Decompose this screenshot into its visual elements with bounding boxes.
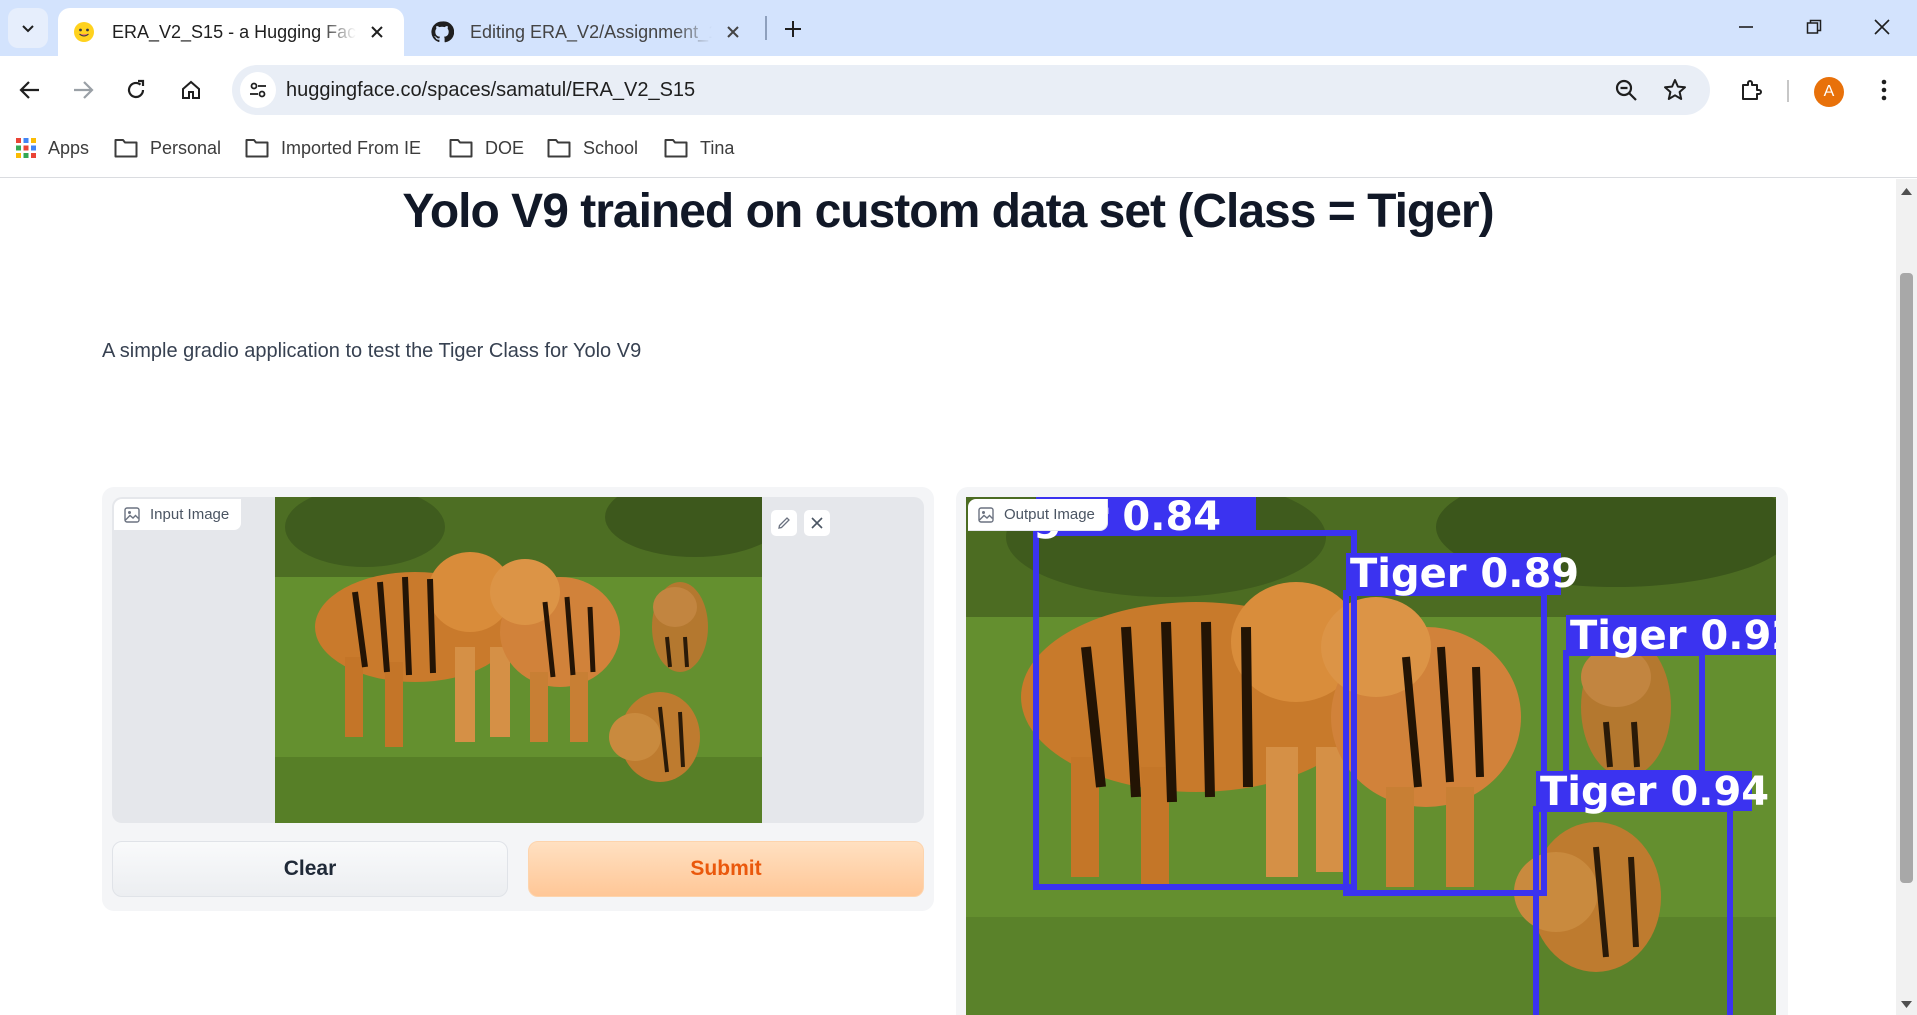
app-description: A simple gradio application to test the … [102,340,642,362]
folder-icon [547,139,571,158]
tab-hugging-face[interactable]: ERA_V2_S15 - a Hugging Face Space [58,8,404,56]
profile-avatar[interactable]: A [1814,77,1844,107]
input-panel: Input Image Clear Submit [102,487,934,911]
menu-button[interactable] [1862,68,1906,112]
apps-grid-icon [16,138,36,158]
edit-image-button[interactable] [770,509,798,537]
close-tab-button[interactable] [364,19,390,45]
back-button[interactable] [8,68,52,112]
input-image-dropzone[interactable]: Input Image [112,497,924,823]
bookmark-tina[interactable]: Tina [664,124,734,172]
reload-button[interactable] [114,68,158,112]
arrow-left-icon [19,81,39,99]
bookmark-imported-from-ie[interactable]: Imported From IE [245,124,421,172]
detection-photo: Tiger 0.84 Tiger 0.89 Tiger 0.92 Tiger 0… [966,497,1776,1015]
url-text: huggingface.co/spaces/samatul/ERA_V2_S15 [286,79,696,101]
folder-icon [449,139,473,158]
submit-button[interactable]: Submit [528,841,924,897]
clear-button[interactable]: Clear [112,841,508,897]
image-icon [124,506,140,523]
scroll-down-arrow-icon [1901,1001,1912,1008]
puzzle-icon [1742,80,1762,100]
arrow-right-icon [74,81,94,99]
hugging-face-icon [74,22,94,42]
tab-strip: ERA_V2_S15 - a Hugging Face Space Editin… [0,0,1917,56]
reload-icon [127,79,145,99]
tune-icon [250,82,266,98]
bookmark-label: DOE [485,137,525,158]
detection-label: Tiger 0.89 [1350,551,1579,597]
address-bar[interactable]: huggingface.co/spaces/samatul/ERA_V2_S15 [232,65,1710,115]
input-image [275,497,762,823]
bookmark-label: Imported From IE [281,137,422,158]
close-icon [1874,19,1890,35]
github-icon [431,21,454,43]
folder-icon [114,139,138,158]
scroll-up-arrow-icon [1901,188,1912,195]
home-icon [182,80,200,99]
more-vert-icon [1881,79,1887,101]
image-icon [978,506,994,523]
bookmarks-bar: Apps Personal Imported From IE DOE Schoo… [0,124,1917,178]
close-icon [811,517,823,529]
page-title: Yolo V9 trained on custom data set (Clas… [402,185,1494,238]
zoom-button[interactable] [1610,74,1642,106]
detection-label: Tiger 0.94 [1540,769,1769,815]
bookmark-apps[interactable]: Apps [16,124,89,172]
tab-title: Editing ERA_V2/Assignment_15/README.md [470,21,712,42]
folder-icon [664,139,688,158]
extensions-button[interactable] [1729,68,1773,112]
scrollbar-thumb[interactable] [1900,273,1913,883]
input-image-label: Input Image [114,499,243,531]
close-window-button[interactable] [1848,0,1916,54]
bookmark-label: Personal [150,137,222,158]
restore-button[interactable] [1780,0,1848,54]
bookmark-label: Tina [700,137,735,158]
site-info-button[interactable] [240,72,276,108]
output-panel: Output Image 0.84 Tiger 0.89 Tiger 0.9 T… [956,487,1788,1015]
pencil-icon [778,517,790,529]
plus-icon [785,21,801,37]
close-icon [371,26,383,38]
minimize-button[interactable] [1712,0,1780,54]
browser-toolbar: huggingface.co/spaces/samatul/ERA_V2_S15… [0,56,1917,124]
tab-github[interactable]: Editing ERA_V2/Assignment_15/README.md [418,8,758,56]
home-button[interactable] [169,68,213,112]
page-viewport: Yolo V9 trained on custom data set (Clas… [0,179,1896,1015]
bookmark-label: School [583,137,639,158]
tab-separator [765,16,767,40]
zoom-out-icon [1615,79,1637,101]
bookmark-label: Apps [48,137,90,158]
remove-image-button[interactable] [803,509,831,537]
page-scrollbar[interactable] [1896,179,1917,1015]
tiger-photo [275,497,762,823]
detection-label: Tiger 0.92 [1570,613,1776,659]
close-icon [727,26,739,38]
tab-search-button[interactable] [8,8,48,48]
star-icon [1664,79,1686,100]
folder-icon [245,139,269,158]
bookmark-star-button[interactable] [1659,74,1691,106]
forward-button[interactable] [61,68,105,112]
bookmark-school[interactable]: School [547,124,638,172]
minimize-icon [1739,26,1753,28]
restore-icon [1806,19,1822,34]
bookmark-personal[interactable]: Personal [114,124,221,172]
bookmark-doe[interactable]: DOE [449,124,524,172]
output-image: Output Image 0.84 Tiger 0.89 Tiger 0.9 T… [966,497,1776,1015]
output-image-label: Output Image [968,499,1108,531]
toolbar-separator [1787,80,1789,102]
close-tab-button[interactable] [720,19,746,45]
new-tab-button[interactable] [776,12,810,46]
chevron-down-icon [22,25,34,33]
tab-title: ERA_V2_S15 - a Hugging Face Space [112,21,356,42]
